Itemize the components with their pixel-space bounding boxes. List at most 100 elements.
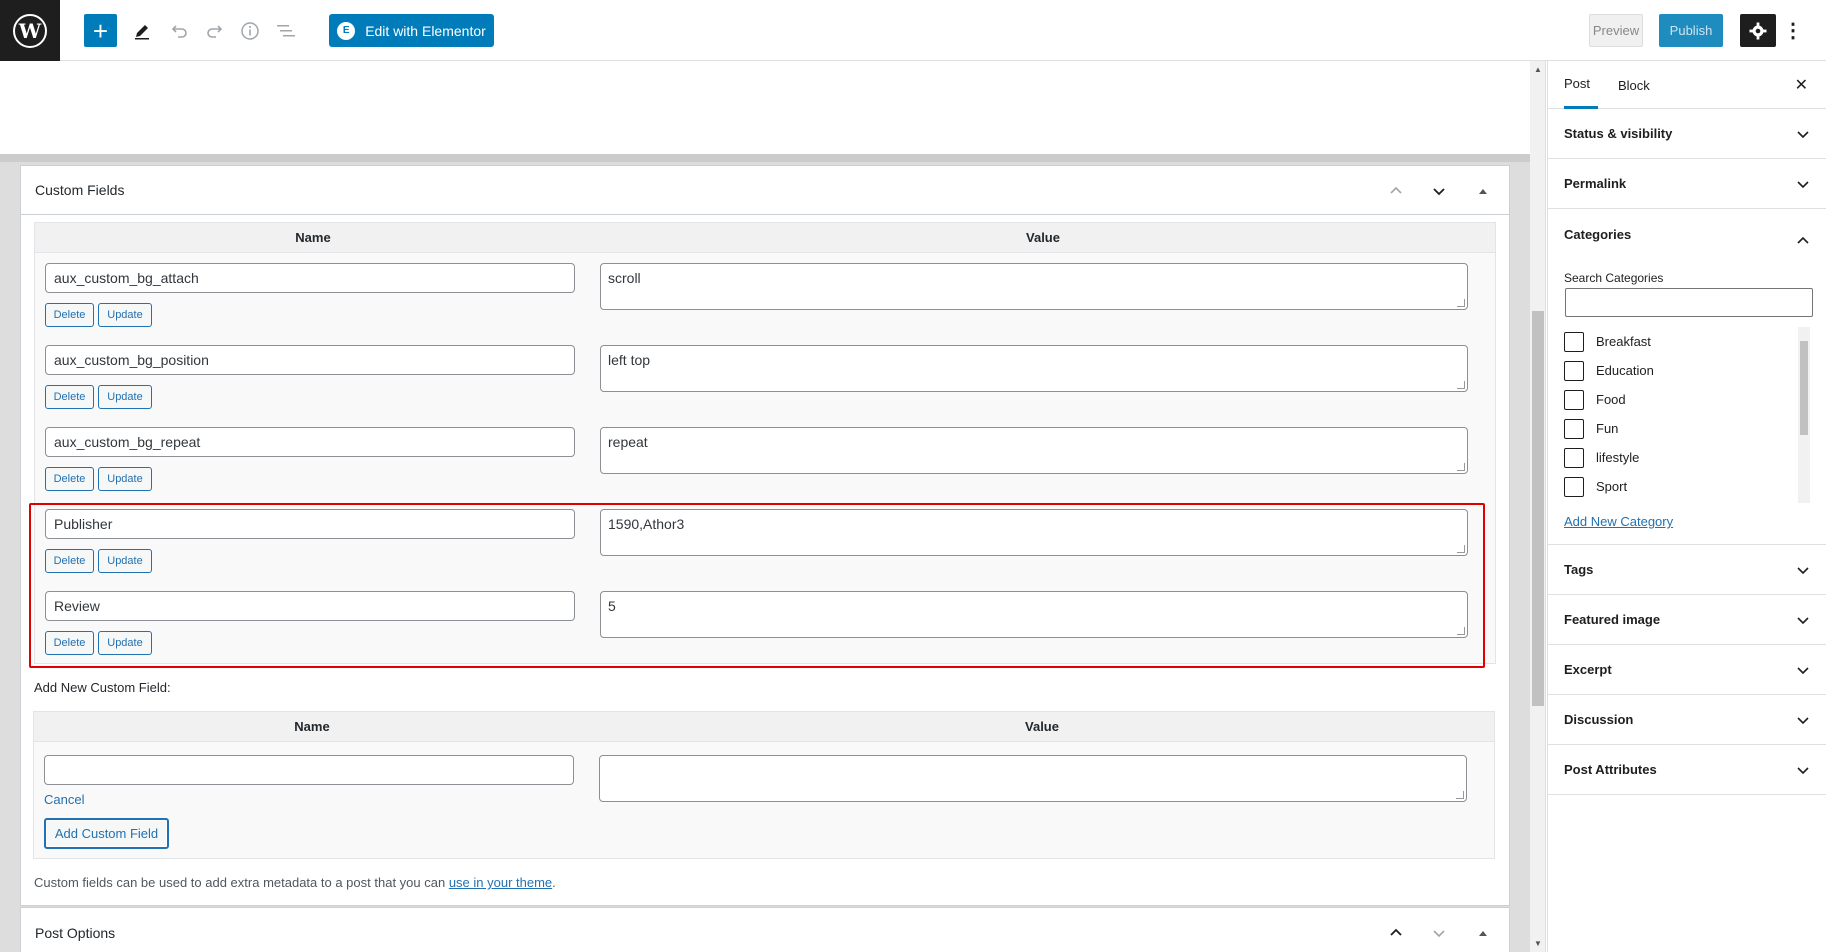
panel-discussion[interactable]: Discussion [1548, 695, 1826, 745]
add-new-category-link[interactable]: Add New Category [1564, 514, 1673, 529]
field-name-input[interactable]: aux_custom_bg_repeat [45, 427, 575, 457]
field-value-text: 1590,Athor3 [608, 516, 685, 532]
category-item[interactable]: lifestyle [1564, 443, 1814, 472]
category-checkbox[interactable] [1564, 360, 1584, 381]
category-label: Education [1596, 363, 1654, 378]
scroll-up-arrow-icon[interactable]: ▲ [1534, 65, 1542, 74]
post-options-metabox: Post Options [20, 907, 1510, 952]
chevron-down-icon [1797, 716, 1809, 724]
publish-button[interactable]: Publish [1659, 14, 1723, 47]
tab-block[interactable]: Block [1618, 61, 1650, 109]
categories-title[interactable]: Categories [1564, 227, 1631, 242]
field-value-text: 5 [608, 598, 616, 614]
chevron-up-icon [1390, 928, 1402, 936]
category-label: Sport [1596, 479, 1628, 494]
field-value-textarea[interactable]: 1590,Athor3 [600, 509, 1468, 556]
field-name-input[interactable]: Review [45, 591, 575, 621]
update-button[interactable]: Update [98, 631, 152, 655]
settings-button[interactable] [1740, 14, 1776, 47]
panel-title: Excerpt [1564, 662, 1612, 677]
resize-handle-icon[interactable] [1457, 627, 1465, 635]
panel-permalink[interactable]: Permalink [1548, 159, 1826, 209]
more-options-button[interactable]: ⋮ [1783, 14, 1803, 47]
update-button[interactable]: Update [98, 303, 152, 327]
wordpress-logo-icon[interactable]: W [0, 0, 60, 61]
redo-button[interactable] [200, 14, 230, 47]
svg-text:W: W [18, 19, 42, 43]
delete-button[interactable]: Delete [45, 303, 94, 327]
resize-handle-icon[interactable] [1457, 299, 1465, 307]
details-button[interactable] [235, 14, 265, 47]
scroll-down-arrow-icon[interactable]: ▼ [1534, 939, 1542, 948]
scrollbar-thumb[interactable] [1800, 341, 1808, 435]
delete-button[interactable]: Delete [45, 467, 94, 491]
preview-button[interactable]: Preview [1589, 14, 1643, 47]
move-up-button[interactable] [1385, 180, 1407, 202]
list-view-icon [277, 24, 295, 36]
post-options-header: Post Options [21, 908, 1509, 952]
category-item[interactable]: Sport [1564, 472, 1814, 501]
field-value-textarea[interactable]: repeat [600, 427, 1468, 474]
toggle-panel-button[interactable] [1472, 180, 1494, 202]
panel-featured-image[interactable]: Featured image [1548, 595, 1826, 645]
category-checkbox[interactable] [1564, 447, 1584, 468]
scrollbar-thumb[interactable] [1532, 311, 1544, 706]
resize-handle-icon[interactable] [1457, 463, 1465, 471]
panel-post-attributes[interactable]: Post Attributes [1548, 745, 1826, 795]
field-value-textarea[interactable]: scroll [600, 263, 1468, 310]
categories-scrollbar[interactable] [1798, 327, 1810, 503]
field-name-input[interactable]: aux_custom_bg_position [45, 345, 575, 375]
category-checkbox[interactable] [1564, 389, 1584, 410]
category-label: Food [1596, 392, 1626, 407]
field-value-textarea[interactable]: left top [600, 345, 1468, 392]
panel-title: Status & visibility [1564, 126, 1673, 141]
toggle-panel-button[interactable] [1472, 922, 1494, 944]
new-field-value-textarea[interactable] [599, 755, 1467, 802]
category-checkbox[interactable] [1564, 331, 1584, 352]
tab-post[interactable]: Post [1564, 61, 1599, 109]
use-in-theme-link[interactable]: use in your theme [449, 875, 552, 890]
undo-button[interactable] [164, 14, 194, 47]
delete-button[interactable]: Delete [45, 385, 94, 409]
panel-status-visibility[interactable]: Status & visibility [1548, 109, 1826, 159]
add-custom-field-button[interactable]: Add Custom Field [44, 818, 169, 849]
update-button[interactable]: Update [98, 467, 152, 491]
category-checkbox[interactable] [1564, 418, 1584, 439]
category-checkbox[interactable] [1564, 476, 1584, 497]
search-categories-input[interactable] [1565, 288, 1813, 317]
panel-excerpt[interactable]: Excerpt [1548, 645, 1826, 695]
category-item[interactable]: Breakfast [1564, 327, 1814, 356]
resize-handle-icon[interactable] [1456, 791, 1464, 799]
move-down-button[interactable] [1428, 922, 1450, 944]
chevron-up-icon[interactable] [1796, 234, 1810, 248]
list-view-button[interactable] [271, 14, 301, 47]
move-down-button[interactable] [1428, 180, 1450, 202]
update-button[interactable]: Update [98, 385, 152, 409]
category-item[interactable]: Education [1564, 356, 1814, 385]
panel-categories: Categories Search Categories Breakfast E… [1548, 209, 1826, 545]
delete-button[interactable]: Delete [45, 631, 94, 655]
close-sidebar-button[interactable]: ✕ [1795, 75, 1808, 95]
new-field-name-input[interactable] [44, 755, 574, 785]
edit-tools-button[interactable] [127, 14, 157, 47]
panel-tags[interactable]: Tags [1548, 545, 1826, 595]
resize-handle-icon[interactable] [1457, 381, 1465, 389]
move-up-button[interactable] [1385, 922, 1407, 944]
cancel-link[interactable]: Cancel [44, 792, 84, 807]
delete-button[interactable]: Delete [45, 549, 94, 573]
vertical-ellipsis-icon: ⋮ [1783, 20, 1803, 42]
edit-with-elementor-button[interactable]: E Edit with Elementor [329, 14, 494, 47]
custom-fields-table: Name Value aux_custom_bg_attach scroll D… [34, 222, 1496, 664]
table-row: aux_custom_bg_repeat repeat Delete Updat… [35, 417, 1495, 499]
add-block-button[interactable]: + [84, 14, 117, 47]
category-item[interactable]: Food [1564, 385, 1814, 414]
field-name-input[interactable]: aux_custom_bg_attach [45, 263, 575, 293]
editor-scrollbar[interactable]: ▲ ▼ [1530, 61, 1546, 952]
update-button[interactable]: Update [98, 549, 152, 573]
field-name-input[interactable]: Publisher [45, 509, 575, 539]
chevron-down-icon [1797, 616, 1809, 624]
edit-with-elementor-label: Edit with Elementor [365, 22, 486, 39]
resize-handle-icon[interactable] [1457, 545, 1465, 553]
field-value-textarea[interactable]: 5 [600, 591, 1468, 638]
category-item[interactable]: Fun [1564, 414, 1814, 443]
